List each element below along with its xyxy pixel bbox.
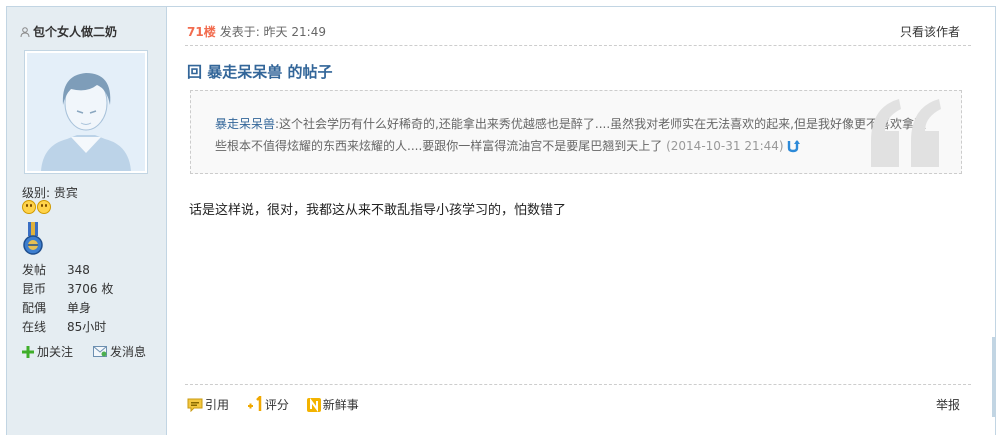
post-main: 71楼 发表于: 昨天 21:49 只看该作者 回 暴走呆呆兽 的帖子 暴走呆呆兽…	[167, 7, 995, 435]
quote-date: (2014-10-31 21:44)	[666, 139, 784, 153]
header-divider	[185, 45, 971, 46]
post-container: 包个女人做二奶 级别: 贵宾 发帖 348 昆币 3706 枚 配偶 单身 在线…	[6, 6, 996, 435]
default-avatar-icon	[27, 53, 145, 171]
smiley-icon	[37, 200, 51, 214]
envelope-icon	[93, 346, 108, 357]
report-button[interactable]: 举报	[936, 396, 960, 413]
level-stars	[22, 200, 52, 216]
stat-posts: 发帖 348	[22, 263, 90, 277]
stat-spouse: 配偶 单身	[22, 301, 92, 315]
only-author-link[interactable]: 只看该作者	[900, 23, 960, 40]
quote-block: 暴走呆呆兽:这个社会学历有什么好稀奇的,还能拿出来秀优越感也是醉了....虽然我…	[190, 90, 962, 174]
avatar[interactable]	[24, 50, 148, 174]
user-icon	[20, 27, 30, 37]
author-actions: 加关注 发消息	[22, 343, 166, 360]
author-name[interactable]: 包个女人做二奶	[20, 23, 117, 40]
post-title: 回 暴走呆呆兽 的帖子	[187, 63, 333, 81]
post-time: 发表于: 昨天 21:49	[219, 25, 326, 39]
footer-divider	[185, 384, 971, 385]
plus-icon	[22, 346, 34, 358]
quote-button[interactable]: 引用	[187, 398, 229, 412]
quote-content: :这个社会学历有什么好稀奇的,还能拿出来秀优越感也是醉了....虽然我对老师实在…	[215, 117, 926, 153]
follow-button[interactable]: 加关注	[22, 345, 83, 359]
quote-author-link[interactable]: 暴走呆呆兽	[215, 117, 275, 131]
quote-text: 暴走呆呆兽:这个社会学历有什么好稀奇的,还能拿出来秀优越感也是醉了....虽然我…	[215, 113, 935, 157]
smiley-icon	[22, 200, 36, 214]
plus-one-icon	[247, 396, 262, 411]
rate-button[interactable]: 评分	[247, 396, 289, 412]
message-button[interactable]: 发消息	[93, 345, 156, 359]
stat-online: 在线 85小时	[22, 320, 107, 334]
floor-number[interactable]: 71楼	[187, 25, 216, 39]
scrollbar[interactable]	[992, 337, 995, 417]
post-footer: 引用 评分 新鲜事	[187, 396, 373, 413]
medal-icon	[23, 222, 43, 255]
fresh-news-button[interactable]: 新鲜事	[306, 398, 359, 412]
new-n-icon	[306, 398, 321, 412]
author-sidebar: 包个女人做二奶 级别: 贵宾 发帖 348 昆币 3706 枚 配偶 单身 在线…	[7, 7, 167, 435]
author-stats: 发帖 348 昆币 3706 枚 配偶 单身 在线 85小时	[22, 261, 113, 337]
author-name-text: 包个女人做二奶	[33, 25, 118, 39]
post-body: 话是这样说，很对，我都这从来不敢乱指导小孩学习的，怕数错了	[189, 203, 567, 218]
quote-bubble-icon	[187, 398, 203, 412]
jump-to-post-icon[interactable]	[786, 139, 800, 153]
quote-mark-icon	[871, 99, 941, 167]
user-level: 级别: 贵宾	[22, 186, 78, 200]
stat-coins: 昆币 3706 枚	[22, 282, 114, 296]
post-header: 71楼 发表于: 昨天 21:49	[187, 23, 326, 40]
